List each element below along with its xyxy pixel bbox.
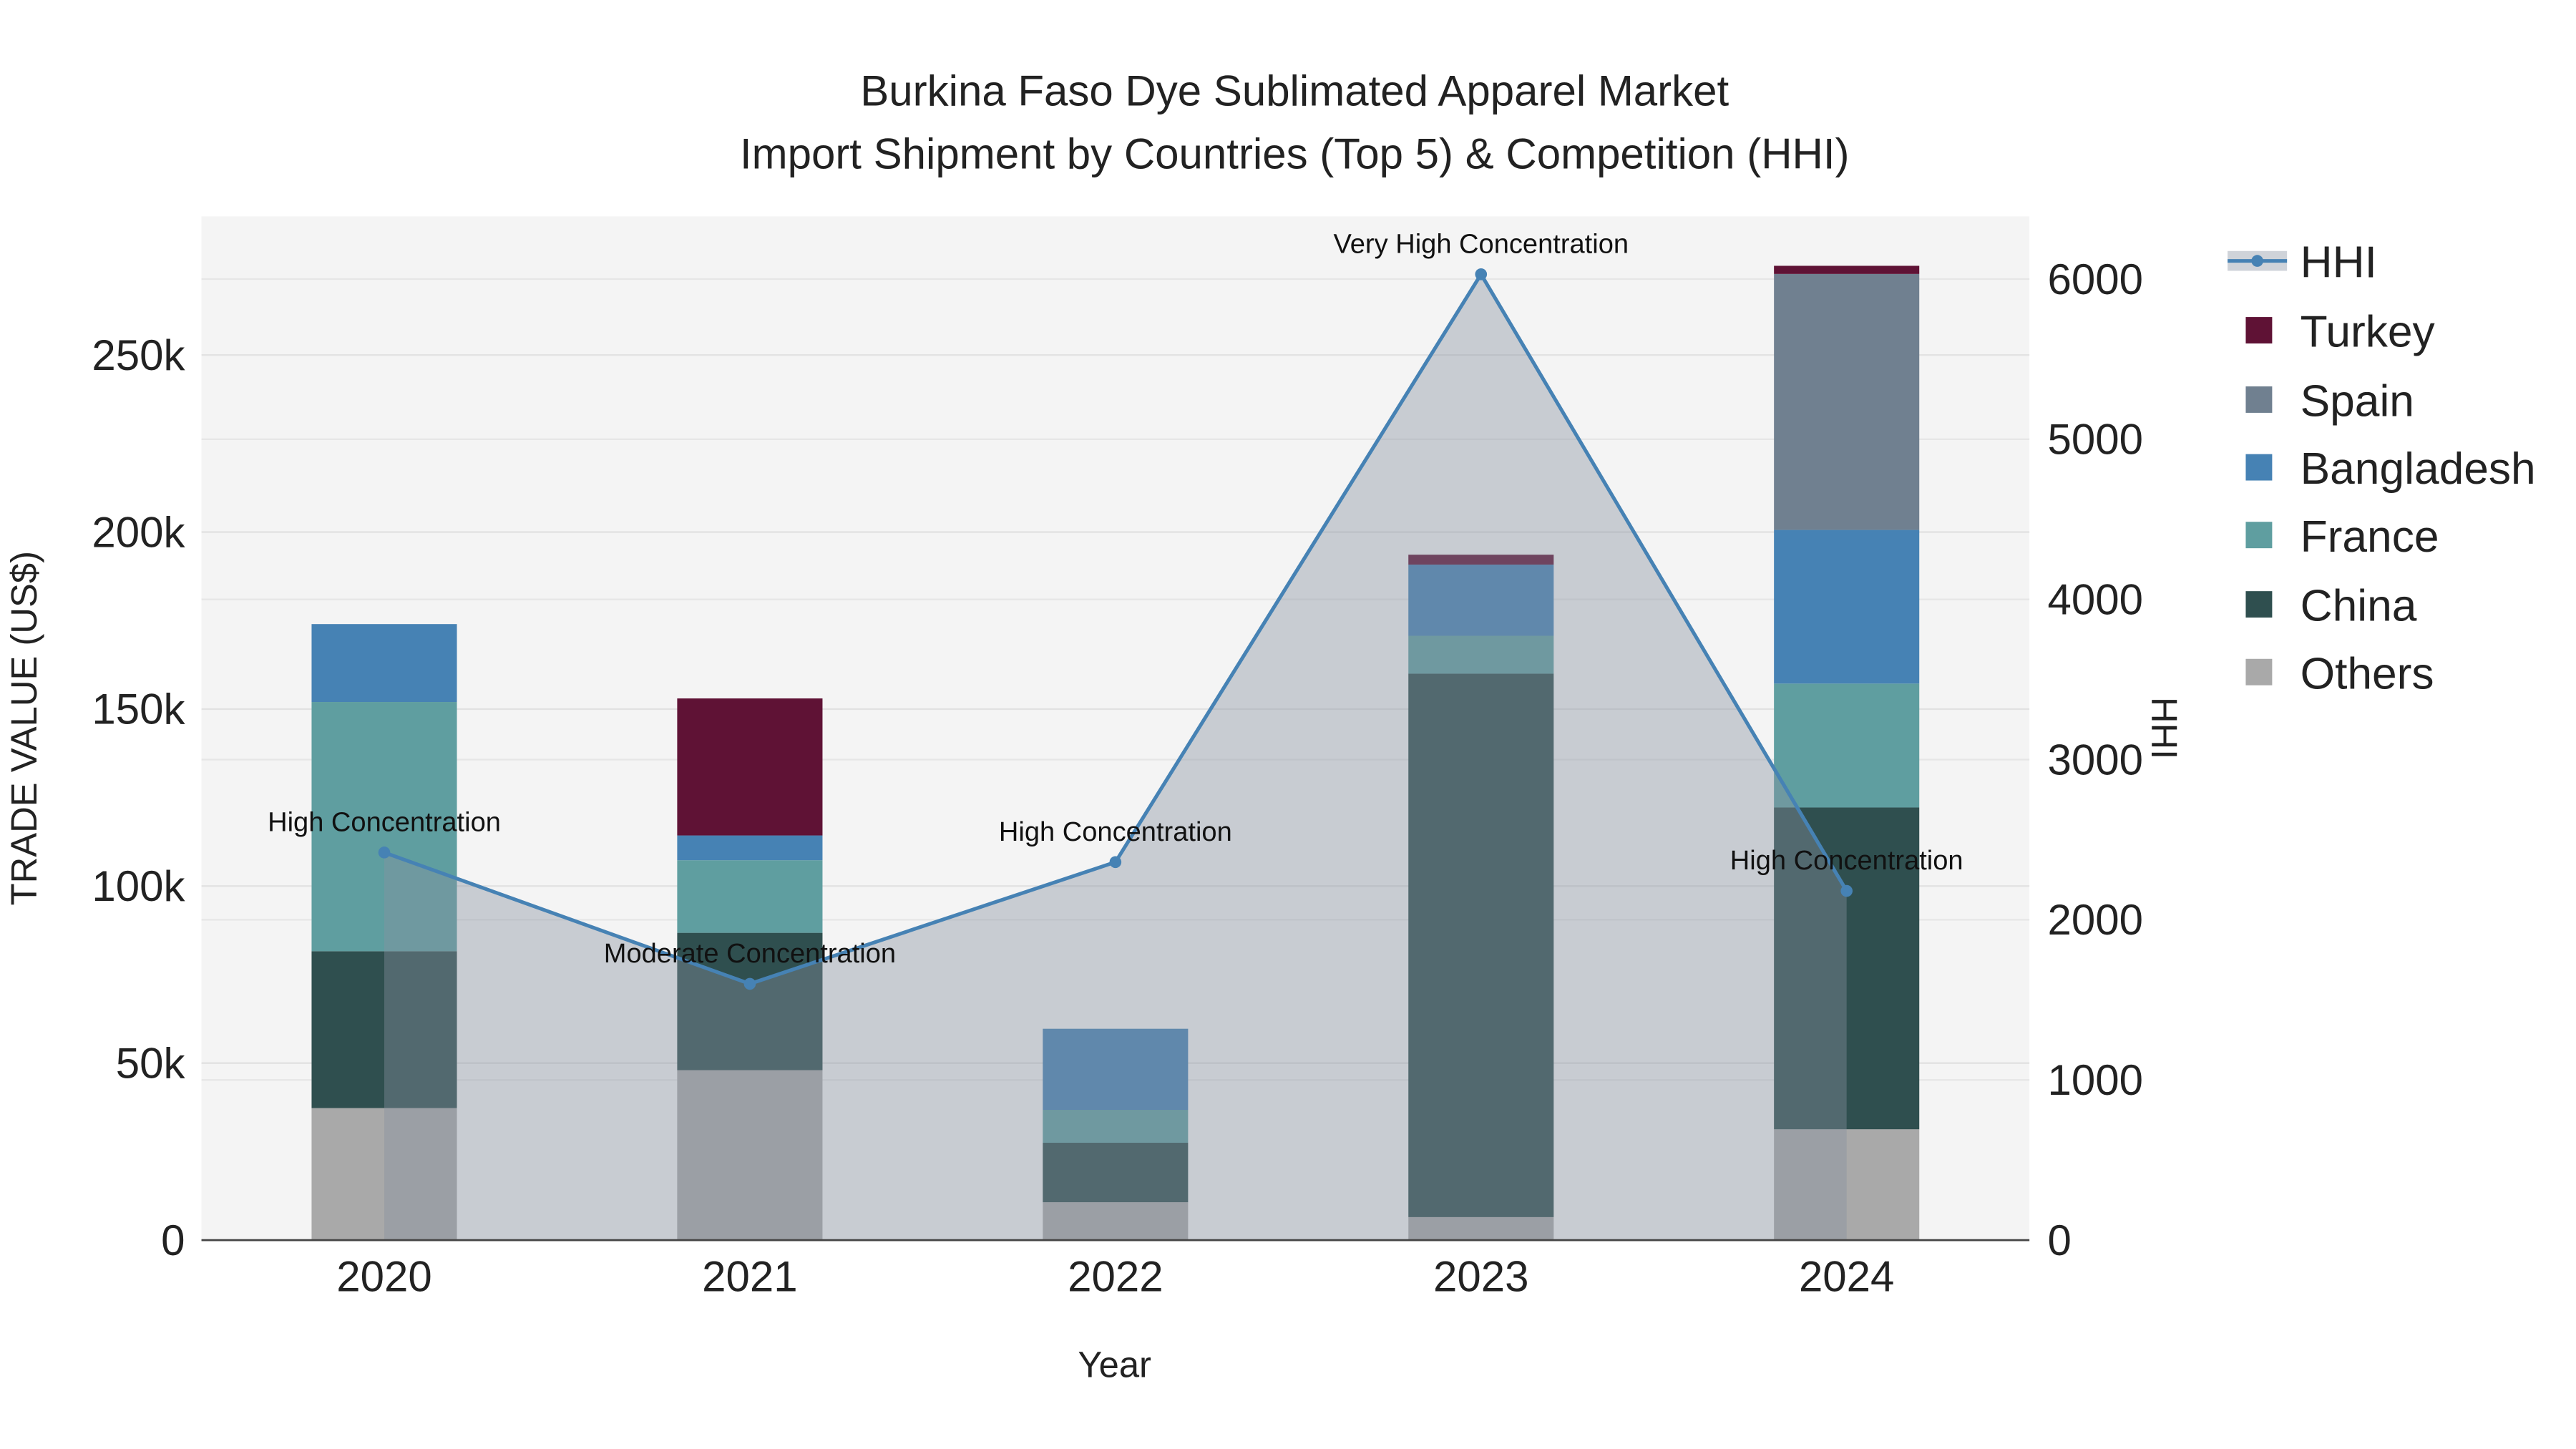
hhi-annotation: High Concentration xyxy=(1730,846,1963,876)
hhi-point-2023 xyxy=(1475,268,1488,280)
x-tick-label: 2024 xyxy=(1799,1253,1894,1301)
y-tick-label: 100k xyxy=(92,862,185,910)
y2-tick-label: 3000 xyxy=(2048,736,2143,784)
y2-tick-label: 2000 xyxy=(2048,896,2143,944)
bar-bangladesh-2024 xyxy=(1774,530,1920,684)
x-tick-label: 2023 xyxy=(1433,1253,1528,1301)
y-tick-label: 0 xyxy=(161,1216,185,1264)
legend-label-china: China xyxy=(2301,582,2417,631)
bar-france-2021 xyxy=(677,860,823,933)
bar-spain-2024 xyxy=(1774,273,1920,530)
y2-tick-label: 0 xyxy=(2048,1216,2072,1264)
hhi-point-2020 xyxy=(378,847,391,859)
x-axis-title: Year xyxy=(1078,1345,1151,1385)
bar-bangladesh-2020 xyxy=(311,624,457,703)
bar-turkey-2024 xyxy=(1774,265,1920,274)
hhi-point-2021 xyxy=(743,977,756,990)
y2-tick-label: 5000 xyxy=(2048,416,2143,464)
legend-label-france: France xyxy=(2301,512,2439,562)
hhi-annotation: High Concentration xyxy=(999,817,1232,847)
y-tick-label: 50k xyxy=(116,1039,186,1087)
y2-tick-label: 4000 xyxy=(2048,575,2143,623)
x-tick-label: 2021 xyxy=(702,1253,797,1301)
legend-swatch-turkey xyxy=(2245,317,2273,343)
y-axis-title: TRADE VALUE (US$) xyxy=(4,551,44,905)
legend-label-spain: Spain xyxy=(2301,377,2414,426)
legend-swatch-spain xyxy=(2245,386,2273,413)
chart-title-line1: Burkina Faso Dye Sublimated Apparel Mark… xyxy=(860,67,1729,115)
hhi-annotation: Very High Concentration xyxy=(1333,229,1629,259)
legend: HHI Turkey Spain Bangladesh France China Other… xyxy=(2228,238,2536,698)
y-tick-label: 150k xyxy=(92,686,185,733)
legend-label-turkey: Turkey xyxy=(2301,308,2436,357)
hhi-point-2022 xyxy=(1109,856,1122,869)
bar-france-2024 xyxy=(1774,683,1920,808)
y-tick-label: 200k xyxy=(92,508,185,556)
x-tick-label: 2022 xyxy=(1068,1253,1163,1301)
y2-tick-label: 6000 xyxy=(2048,255,2143,303)
legend-hhi-marker xyxy=(2251,255,2263,267)
legend-swatch-china xyxy=(2245,591,2273,618)
x-tick-label: 2020 xyxy=(336,1253,431,1301)
chart: Burkina Faso Dye Sublimated Apparel Mark… xyxy=(4,67,2536,1385)
y2-tick-label: 1000 xyxy=(2048,1056,2143,1104)
y-tick-label: 250k xyxy=(92,331,185,379)
hhi-point-2024 xyxy=(1840,884,1853,897)
legend-label-others: Others xyxy=(2301,649,2434,698)
legend-label-bangladesh: Bangladesh xyxy=(2301,444,2536,494)
chart-title-line2: Import Shipment by Countries (Top 5) & C… xyxy=(740,130,1850,177)
hhi-annotation: Moderate Concentration xyxy=(604,939,896,969)
legend-swatch-others xyxy=(2245,658,2273,686)
legend-swatch-france xyxy=(2245,522,2273,549)
bar-bangladesh-2021 xyxy=(677,835,823,861)
y2-axis-title: HHI xyxy=(2144,697,2185,759)
bar-turkey-2021 xyxy=(677,698,823,836)
legend-label-hhi: HHI xyxy=(2301,238,2377,288)
legend-swatch-bangladesh xyxy=(2245,454,2273,481)
hhi-annotation: High Concentration xyxy=(268,807,501,837)
